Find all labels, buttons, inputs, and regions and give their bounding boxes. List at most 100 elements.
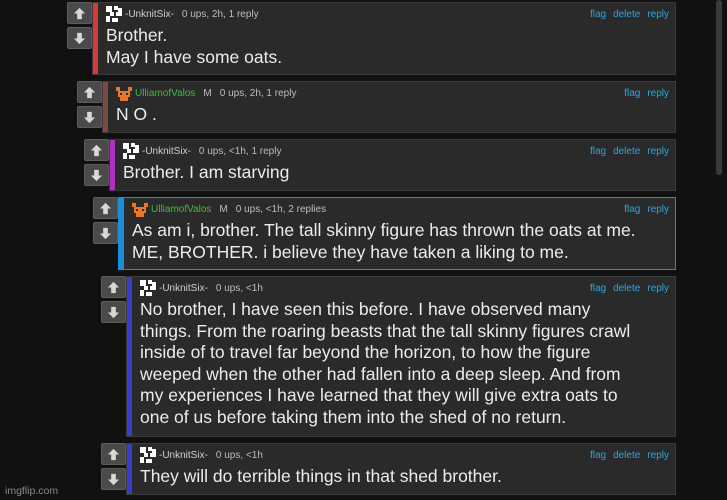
upvote-button[interactable] xyxy=(77,81,102,103)
up-arrow-icon xyxy=(83,86,96,98)
reply-link[interactable]: reply xyxy=(647,204,669,215)
up-arrow-icon xyxy=(90,144,103,156)
delete-link[interactable]: delete xyxy=(613,283,640,294)
down-arrow-icon xyxy=(99,227,112,239)
comment-5: -UnknitSix- 0 ups, <1h flag delete reply… xyxy=(101,443,676,495)
comment-box: UlliamofValos M 0 ups, 2h, 1 reply flag … xyxy=(102,81,676,133)
reply-link[interactable]: reply xyxy=(647,88,669,99)
downvote-button[interactable] xyxy=(77,106,102,128)
downvote-button[interactable] xyxy=(93,222,118,244)
orange-face-avatar-icon[interactable] xyxy=(116,85,132,101)
reply-link[interactable]: reply xyxy=(647,450,669,461)
flag-link[interactable]: flag xyxy=(590,146,606,157)
flag-link[interactable]: flag xyxy=(624,88,640,99)
depth-stripe xyxy=(103,82,108,132)
comment-text: No brother, I have seen this before. I h… xyxy=(140,299,631,427)
username-link[interactable]: -UnknitSix- xyxy=(159,450,208,461)
comment-box: -UnknitSix- 0 ups, <1h flag delete reply… xyxy=(126,443,676,495)
delete-link[interactable]: delete xyxy=(613,146,640,157)
comment-text: As am i, brother. The tall skinny figure… xyxy=(132,220,636,262)
orange-face-avatar-icon[interactable] xyxy=(132,201,148,217)
depth-stripe xyxy=(119,198,124,269)
vote-controls xyxy=(67,2,92,49)
username-link[interactable]: -UnknitSix- xyxy=(159,283,208,294)
comment-actions: flag reply xyxy=(624,204,669,215)
downvote-button[interactable] xyxy=(84,164,109,186)
comment-meta: 0 ups, <1h, 1 reply xyxy=(198,145,282,157)
downvote-button[interactable] xyxy=(101,468,126,490)
vote-controls xyxy=(93,197,118,244)
comment-actions: flag reply xyxy=(624,88,669,99)
comment-header: -UnknitSix- 0 ups, 2h, 1 reply flag dele… xyxy=(106,6,669,22)
comment-actions: flag delete reply xyxy=(590,283,669,294)
reply-link[interactable]: reply xyxy=(647,283,669,294)
flag-link[interactable]: flag xyxy=(590,283,606,294)
comment-meta: 0 ups, 2h, 1 reply xyxy=(181,8,259,20)
comment-actions: flag delete reply xyxy=(590,9,669,20)
flag-link[interactable]: flag xyxy=(590,9,606,20)
down-arrow-icon xyxy=(107,306,120,318)
comment-text: They will do terrible things in that she… xyxy=(140,466,502,486)
comment-0: -UnknitSix- 0 ups, 2h, 1 reply flag dele… xyxy=(67,2,676,75)
up-arrow-icon xyxy=(107,448,120,460)
upvote-button[interactable] xyxy=(101,443,126,465)
down-arrow-icon xyxy=(90,169,103,181)
comment-meta: 0 ups, <1h, 2 replies xyxy=(235,203,327,215)
comment-4: -UnknitSix- 0 ups, <1h flag delete reply… xyxy=(101,276,676,437)
upvote-button[interactable] xyxy=(84,139,109,161)
comment-box: -UnknitSix- 0 ups, <1h, 1 reply flag del… xyxy=(109,139,676,191)
username-link[interactable]: UlliamofValos xyxy=(135,88,195,99)
up-arrow-icon xyxy=(107,281,120,293)
down-arrow-icon xyxy=(83,111,96,123)
vote-controls xyxy=(77,81,102,128)
pixel-avatar-icon[interactable] xyxy=(106,6,122,22)
delete-link[interactable]: delete xyxy=(613,9,640,20)
comment-meta: 0 ups, <1h xyxy=(215,449,263,461)
pixel-avatar-icon[interactable] xyxy=(140,447,156,463)
username-link[interactable]: UlliamofValos xyxy=(151,204,211,215)
comment-text: Brother. May I have some oats. xyxy=(106,25,283,67)
pixel-avatar-icon[interactable] xyxy=(123,143,139,159)
down-arrow-icon xyxy=(107,473,120,485)
depth-stripe xyxy=(127,444,132,494)
up-arrow-icon xyxy=(73,7,86,19)
comment-1: UlliamofValos M 0 ups, 2h, 1 reply flag … xyxy=(77,81,676,133)
upvote-button[interactable] xyxy=(101,276,126,298)
downvote-button[interactable] xyxy=(67,27,92,49)
comment-box: UlliamofValos M 0 ups, <1h, 2 replies fl… xyxy=(118,197,676,270)
comment-header: UlliamofValos M 0 ups, 2h, 1 reply flag … xyxy=(116,85,669,101)
reply-link[interactable]: reply xyxy=(647,146,669,157)
comment-header: UlliamofValos M 0 ups, <1h, 2 replies fl… xyxy=(132,201,669,217)
comment-text: Brother. I am starving xyxy=(123,162,290,182)
depth-stripe xyxy=(93,3,98,74)
comment-header: -UnknitSix- 0 ups, <1h flag delete reply xyxy=(140,447,669,463)
vote-controls xyxy=(101,276,126,323)
username-link[interactable]: -UnknitSix- xyxy=(142,146,191,157)
mod-badge: M xyxy=(203,87,212,99)
comment-box: -UnknitSix- 0 ups, 2h, 1 reply flag dele… xyxy=(92,2,676,75)
depth-stripe xyxy=(127,277,132,436)
vote-controls xyxy=(101,443,126,490)
comment-2: -UnknitSix- 0 ups, <1h, 1 reply flag del… xyxy=(84,139,676,191)
flag-link[interactable]: flag xyxy=(624,204,640,215)
flag-link[interactable]: flag xyxy=(590,450,606,461)
upvote-button[interactable] xyxy=(67,2,92,24)
comment-meta: 0 ups, <1h xyxy=(215,282,263,294)
vote-controls xyxy=(84,139,109,186)
depth-stripe xyxy=(110,140,115,190)
comment-header: -UnknitSix- 0 ups, <1h, 1 reply flag del… xyxy=(123,143,669,159)
downvote-button[interactable] xyxy=(101,301,126,323)
imgflip-watermark: imgflip.com xyxy=(5,485,59,497)
mod-badge: M xyxy=(219,203,228,215)
comment-meta: 0 ups, 2h, 1 reply xyxy=(219,87,297,99)
comment-box: -UnknitSix- 0 ups, <1h flag delete reply… xyxy=(126,276,676,437)
down-arrow-icon xyxy=(73,32,86,44)
comment-3: UlliamofValos M 0 ups, <1h, 2 replies fl… xyxy=(93,197,676,270)
upvote-button[interactable] xyxy=(93,197,118,219)
delete-link[interactable]: delete xyxy=(613,450,640,461)
comment-actions: flag delete reply xyxy=(590,450,669,461)
pixel-avatar-icon[interactable] xyxy=(140,280,156,296)
username-link[interactable]: -UnknitSix- xyxy=(125,9,174,20)
reply-link[interactable]: reply xyxy=(647,9,669,20)
page-scrollbar[interactable] xyxy=(716,0,722,175)
